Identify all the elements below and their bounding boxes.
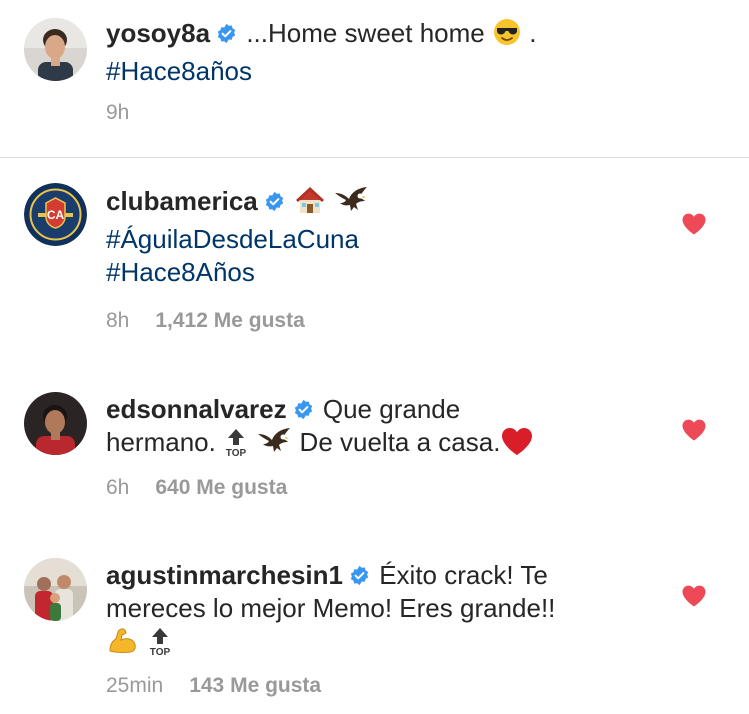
- hashtag-link[interactable]: #ÁguilaDesdeLaCuna: [106, 224, 359, 254]
- avatar-yosoy8a[interactable]: [24, 18, 87, 81]
- post-time: 9h: [106, 101, 130, 124]
- comment-item: agustinmarchesin1 Éxito crack! Te merece…: [0, 546, 749, 714]
- svg-text:CA: CA: [47, 208, 65, 222]
- username-edsonnalvarez[interactable]: edsonnalvarez: [106, 394, 287, 424]
- top-arrow-emoji-icon: TOP: [147, 627, 173, 658]
- hashtag-link[interactable]: #Hace8Años: [106, 257, 255, 287]
- like-heart-icon[interactable]: [681, 418, 707, 442]
- comment-text: De vuelta a casa.: [299, 427, 501, 457]
- likes-count[interactable]: 1,412 Me gusta: [155, 309, 304, 332]
- avatar-edsonnalvarez[interactable]: [24, 392, 87, 455]
- flexed-biceps-emoji-icon: [106, 625, 140, 663]
- caption-text: ...Home sweet home: [246, 18, 485, 48]
- top-label: TOP: [150, 647, 171, 657]
- hashtag-link[interactable]: #Hace8años: [106, 56, 252, 86]
- like-heart-icon[interactable]: [681, 584, 707, 608]
- username-yosoy8a[interactable]: yosoy8a: [106, 18, 210, 48]
- comment-text: Éxito crack! Te: [379, 560, 548, 590]
- likes-count[interactable]: 143 Me gusta: [189, 674, 321, 697]
- sunglasses-emoji-icon: [492, 17, 522, 55]
- username-clubamerica[interactable]: clubamerica: [106, 186, 258, 216]
- comment-text: hermano.: [106, 427, 216, 457]
- house-emoji-icon: [294, 185, 326, 223]
- like-heart-icon[interactable]: [681, 212, 707, 236]
- comment-text: Que grande: [322, 394, 461, 424]
- post-caption: yosoy8a ...Home sweet home . #Hace8años …: [0, 0, 749, 157]
- eagle-emoji-icon: [256, 426, 292, 464]
- verified-badge-icon: [293, 395, 314, 420]
- verified-badge-icon: [216, 19, 237, 44]
- eagle-emoji-icon: [333, 185, 369, 223]
- top-arrow-emoji-icon: TOP: [223, 428, 249, 459]
- comment-time: 8h: [106, 309, 130, 332]
- comment-text: mereces lo mejor Memo! Eres grande!!: [106, 593, 556, 623]
- likes-count[interactable]: 640 Me gusta: [155, 476, 287, 499]
- red-heart-emoji-icon: [500, 426, 534, 464]
- avatar-clubamerica[interactable]: CA: [24, 183, 87, 246]
- username-agustinmarchesin1[interactable]: agustinmarchesin1: [106, 560, 343, 590]
- caption-end: .: [529, 18, 537, 48]
- comment-time: 6h: [106, 476, 130, 499]
- verified-badge-icon: [264, 187, 285, 212]
- avatar-agustinmarchesin1[interactable]: [24, 558, 87, 621]
- comment-item: CA clubamerica #ÁguilaDesdeLaCuna #Hace8…: [0, 158, 749, 348]
- top-label: TOP: [226, 448, 247, 458]
- verified-badge-icon: [349, 561, 370, 586]
- comment-time: 25min: [106, 674, 164, 697]
- comment-item: edsonnalvarez Que grande hermano. TOP De…: [0, 380, 749, 530]
